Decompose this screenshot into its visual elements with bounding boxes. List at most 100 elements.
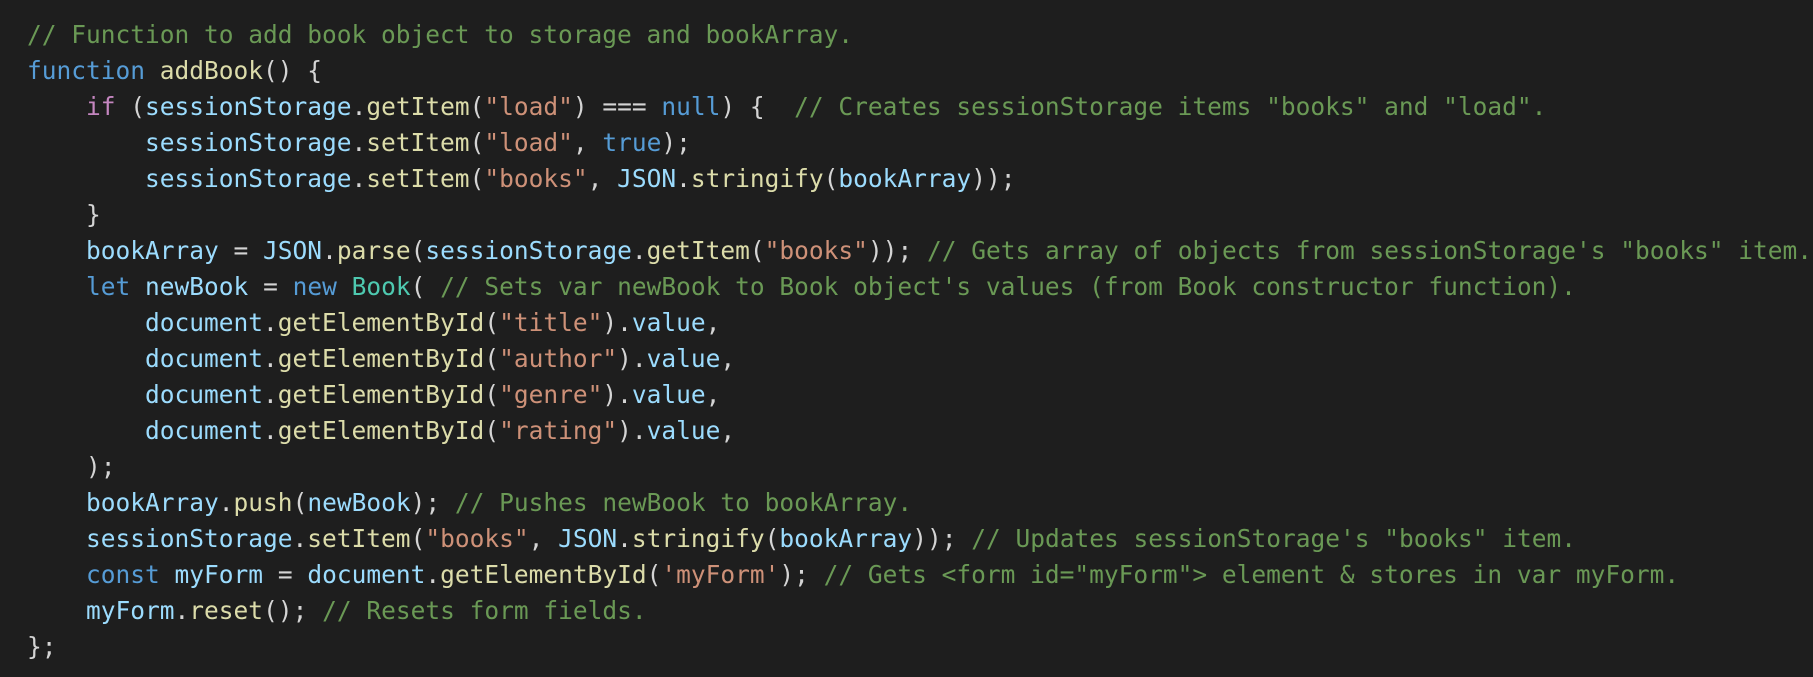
punctuation-token: . xyxy=(263,416,278,445)
code-line[interactable]: function addBook() { xyxy=(27,53,1813,89)
code-line[interactable]: sessionStorage.setItem("load", true); xyxy=(27,125,1813,161)
string-token: "rating" xyxy=(499,416,618,445)
punctuation-token: ( xyxy=(749,236,765,265)
variable-token: myForm xyxy=(174,560,264,589)
punctuation-token: ( xyxy=(823,164,839,193)
function-token: getElementById xyxy=(277,380,485,409)
function-token: setItem xyxy=(366,128,470,157)
variable-token: sessionStorage xyxy=(86,524,293,553)
punctuation-token: = xyxy=(263,560,308,589)
punctuation-token xyxy=(27,92,86,121)
code-editor[interactable]: // Function to add book object to storag… xyxy=(0,0,1813,677)
function-token: stringify xyxy=(690,164,824,193)
punctuation-token: ). xyxy=(617,344,647,373)
punctuation-token: , xyxy=(572,128,603,157)
variable-token: myForm xyxy=(86,596,175,625)
code-line[interactable]: } xyxy=(27,197,1813,233)
variable-token: value xyxy=(646,344,721,373)
punctuation-token: ) { xyxy=(720,92,795,121)
punctuation-token: ( xyxy=(410,236,426,265)
punctuation-token: . xyxy=(322,236,337,265)
code-line[interactable]: document.getElementById("genre").value, xyxy=(27,377,1813,413)
string-token: "load" xyxy=(484,92,573,121)
punctuation-token xyxy=(27,236,86,265)
code-line[interactable]: myForm.reset(); // Resets form fields. xyxy=(27,593,1813,629)
function-token: addBook xyxy=(159,56,264,85)
punctuation-token: , xyxy=(705,308,721,337)
code-line[interactable]: ); xyxy=(27,449,1813,485)
code-line[interactable]: document.getElementById("title").value, xyxy=(27,305,1813,341)
control-keyword-token: if xyxy=(86,92,116,121)
code-line[interactable]: const myForm = document.getElementById('… xyxy=(27,557,1813,593)
punctuation-token: ( xyxy=(469,164,485,193)
punctuation-token: , xyxy=(720,416,736,445)
punctuation-token: , xyxy=(528,524,559,553)
punctuation-token: ). xyxy=(602,308,632,337)
code-line[interactable]: sessionStorage.setItem("books", JSON.str… xyxy=(27,161,1813,197)
punctuation-token: }; xyxy=(27,632,57,661)
punctuation-token: (); xyxy=(263,596,323,625)
code-line[interactable]: bookArray = JSON.parse(sessionStorage.ge… xyxy=(27,233,1813,269)
function-token: push xyxy=(233,488,293,517)
variable-token: value xyxy=(646,416,721,445)
function-token: getElementById xyxy=(440,560,647,589)
punctuation-token: . xyxy=(174,596,190,625)
comment-token: // Pushes newBook to bookArray. xyxy=(454,488,913,517)
variable-token: sessionStorage xyxy=(145,164,352,193)
punctuation-token: ); xyxy=(779,560,824,589)
punctuation-token xyxy=(27,524,86,553)
punctuation-token: )); xyxy=(971,164,1016,193)
punctuation-token: ( xyxy=(484,344,500,373)
code-line[interactable]: document.getElementById("author").value, xyxy=(27,341,1813,377)
punctuation-token xyxy=(130,272,145,301)
code-line[interactable]: document.getElementById("rating").value, xyxy=(27,413,1813,449)
punctuation-token: ); xyxy=(661,128,691,157)
code-line[interactable]: sessionStorage.setItem("books", JSON.str… xyxy=(27,521,1813,557)
string-token: "title" xyxy=(499,308,603,337)
punctuation-token xyxy=(337,272,352,301)
type-token: Book xyxy=(351,272,411,301)
code-line[interactable]: // Function to add book object to storag… xyxy=(27,17,1813,53)
function-token: reset xyxy=(189,596,264,625)
comment-token: // Sets var newBook to Book object's val… xyxy=(440,272,1576,301)
punctuation-token: , xyxy=(720,344,736,373)
variable-token: bookArray xyxy=(838,164,972,193)
punctuation-token xyxy=(27,488,86,517)
string-token: "author" xyxy=(499,344,618,373)
comment-token: // Gets <form id="myForm"> element & sto… xyxy=(823,560,1680,589)
punctuation-token: . xyxy=(676,164,691,193)
string-token: "books" xyxy=(484,164,588,193)
code-line[interactable]: let newBook = new Book( // Sets var newB… xyxy=(27,269,1813,305)
function-token: getElementById xyxy=(277,416,485,445)
keyword-token: let xyxy=(86,272,131,301)
punctuation-token xyxy=(27,272,86,301)
code-line[interactable]: bookArray.push(newBook); // Pushes newBo… xyxy=(27,485,1813,521)
variable-token: bookArray xyxy=(86,236,219,265)
punctuation-token: ( xyxy=(410,524,426,553)
variable-token: bookArray xyxy=(779,524,913,553)
code-line[interactable]: if (sessionStorage.getItem("load") === n… xyxy=(27,89,1813,125)
punctuation-token xyxy=(27,560,86,589)
code-line[interactable]: }; xyxy=(27,629,1813,665)
punctuation-token: ); xyxy=(27,452,116,481)
punctuation-token: ( xyxy=(484,416,500,445)
function-token: getElementById xyxy=(277,308,485,337)
string-token: "load" xyxy=(484,128,573,157)
variable-token: sessionStorage xyxy=(145,92,352,121)
punctuation-token: . xyxy=(425,560,441,589)
punctuation-token: , xyxy=(705,380,721,409)
punctuation-token: . xyxy=(351,164,367,193)
punctuation-token: . xyxy=(263,380,278,409)
comment-token: // Updates sessionStorage's "books" item… xyxy=(971,524,1576,553)
punctuation-token xyxy=(27,596,86,625)
keyword-token: null xyxy=(661,92,721,121)
punctuation-token: . xyxy=(631,236,647,265)
string-token: "books" xyxy=(425,524,529,553)
punctuation-token: = xyxy=(248,272,293,301)
punctuation-token xyxy=(160,560,175,589)
punctuation-token: . xyxy=(351,92,367,121)
variable-token: document xyxy=(145,380,264,409)
punctuation-token xyxy=(27,308,145,337)
punctuation-token: . xyxy=(292,524,308,553)
function-token: getItem xyxy=(366,92,470,121)
